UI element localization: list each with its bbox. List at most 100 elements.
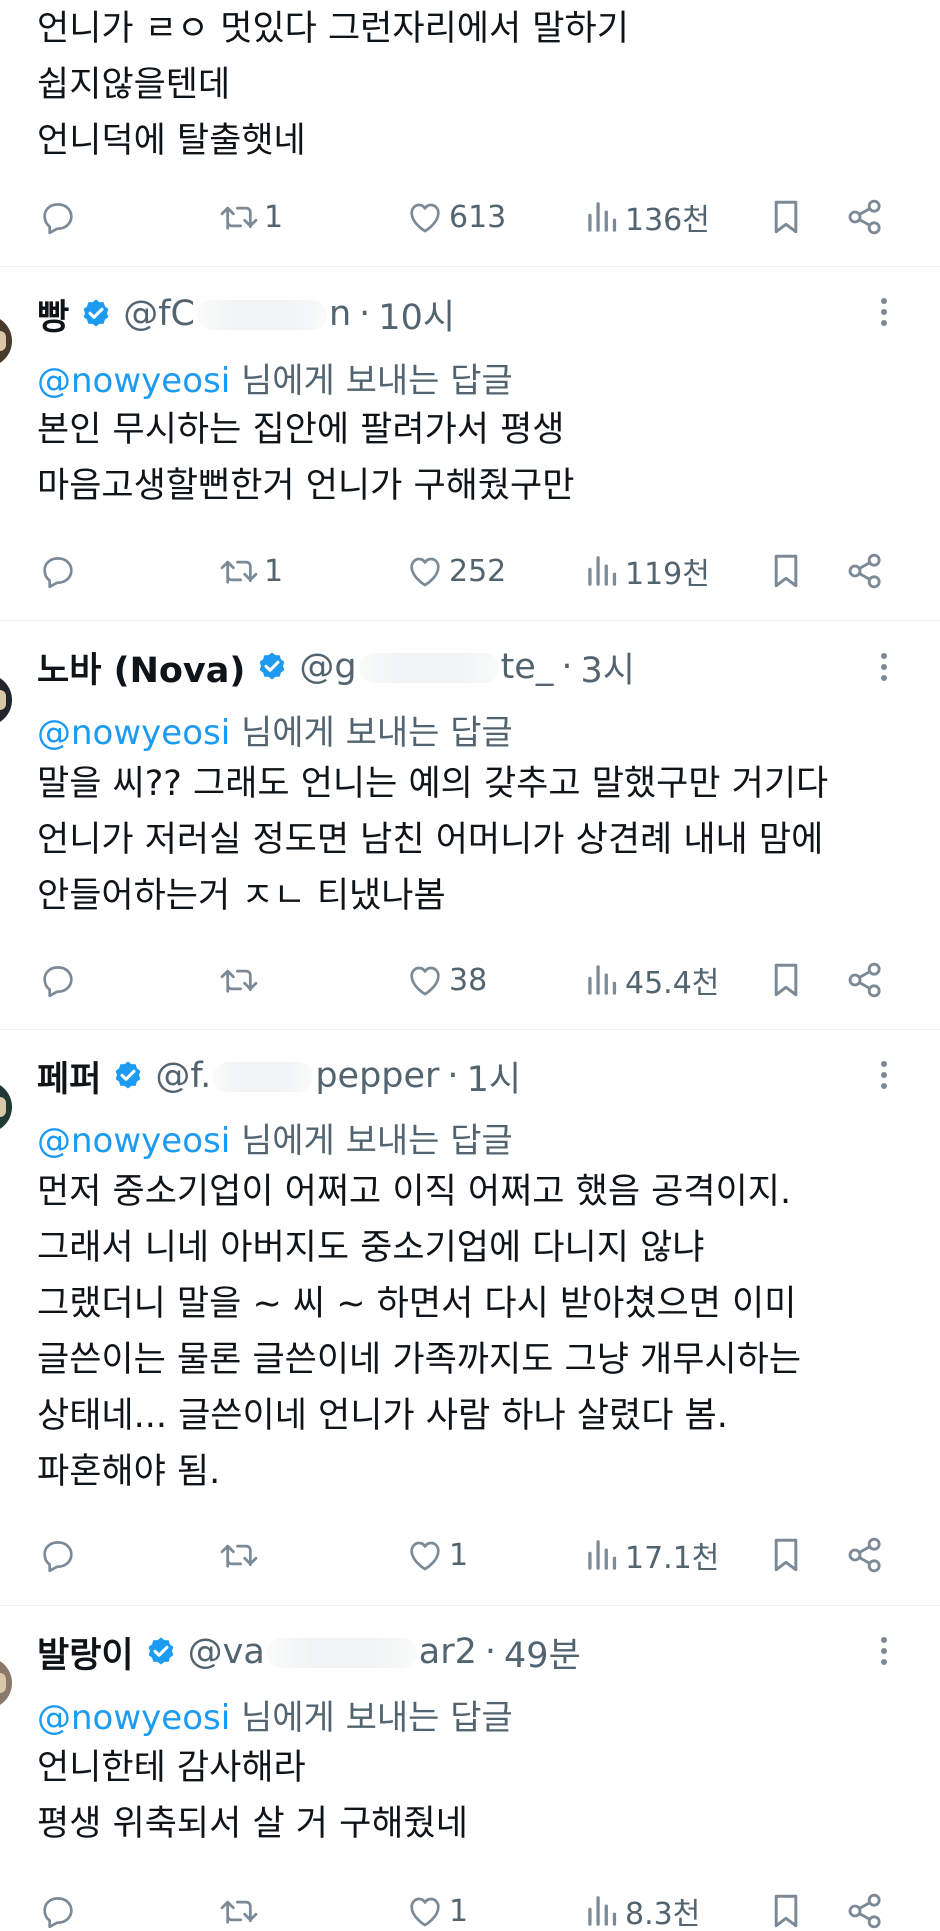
handle-end: ar2 — [418, 1632, 477, 1672]
share-button[interactable] — [845, 192, 885, 242]
separator-dot: · — [561, 647, 573, 687]
views-button[interactable]: 8.3천 — [585, 1886, 700, 1931]
views-icon — [588, 965, 617, 995]
views-count: 8.3천 — [625, 1897, 701, 1931]
share-button[interactable] — [845, 1886, 885, 1931]
share-button[interactable] — [845, 955, 885, 1005]
mention-link[interactable]: @nowyeosi — [37, 1121, 230, 1161]
more-icon[interactable] — [872, 292, 896, 332]
separator-dot: · — [359, 294, 371, 334]
post-header: 노바 (Nova) @g te_ · 3시 — [37, 642, 635, 693]
handle-blur — [213, 1062, 314, 1092]
retweet-button[interactable] — [218, 1886, 264, 1931]
post-text-line: 본인 무시하는 집안에 팔려가서 평생 — [37, 410, 565, 450]
like-button[interactable]: 38 — [405, 955, 487, 1005]
share-icon — [848, 553, 881, 589]
post-actions: 38 45.4천 — [0, 955, 940, 1005]
display-name[interactable]: 페퍼 — [37, 1051, 101, 1102]
post-time[interactable]: 1시 — [467, 1051, 521, 1102]
like-count: 252 — [449, 553, 507, 589]
display-name[interactable]: 노바 (Nova) — [37, 642, 245, 693]
post-0[interactable]: 언니가 ㄹㅇ 멋있다 그런자리에서 말하기 쉽지않을텐데 언니덕에 탈출햇네 1… — [0, 0, 940, 267]
like-button[interactable]: 252 — [405, 546, 506, 596]
share-icon — [848, 962, 881, 998]
more-icon[interactable] — [872, 1631, 896, 1671]
like-count: 1 — [449, 1893, 469, 1929]
like-button[interactable]: 613 — [405, 192, 506, 242]
retweet-icon — [220, 206, 258, 230]
avatar[interactable] — [0, 1657, 12, 1709]
more-icon[interactable] — [872, 1055, 896, 1095]
bookmark-icon — [774, 963, 798, 997]
bookmark-button[interactable] — [768, 192, 804, 242]
like-button[interactable]: 1 — [405, 1530, 468, 1580]
post-1[interactable]: 빵 @fC n · 10시 @nowyeosi 님에게 보내는 답글 본인 무시하… — [0, 268, 940, 621]
user-handle[interactable]: @g te_ — [299, 647, 553, 687]
post-text-line: 파혼해야 됨. — [37, 1452, 221, 1492]
reply-icon — [43, 557, 73, 589]
reply-button[interactable] — [38, 192, 78, 242]
mention-link[interactable]: @nowyeosi — [37, 361, 230, 401]
retweet-button[interactable]: 1 — [218, 546, 283, 596]
reply-button[interactable] — [38, 1886, 78, 1931]
post-header: 발랑이 @va ar2 · 49분 — [37, 1627, 581, 1678]
post-text: 말을 씨?? 그래도 언니는 예의 갖추고 말했구만 거기다 언니가 저러실 정… — [37, 756, 828, 924]
post-text: 언니한테 감사해라 평생 위축되서 살 거 구해줬네 — [37, 1740, 468, 1852]
retweet-button[interactable] — [218, 955, 264, 1005]
post-3[interactable]: 페퍼 @f. pepper · 1시 @nowyeosi 님에게 보내는 답글 먼… — [0, 1031, 940, 1606]
bookmark-button[interactable] — [768, 1886, 804, 1931]
mention-link[interactable]: @nowyeosi — [37, 1698, 230, 1738]
display-name[interactable]: 빵 — [37, 289, 69, 340]
user-handle[interactable]: @f. pepper — [155, 1056, 439, 1096]
bookmark-button[interactable] — [768, 955, 804, 1005]
bookmark-button[interactable] — [768, 1530, 804, 1580]
reply-button[interactable] — [38, 546, 78, 596]
views-icon — [588, 556, 617, 586]
post-time[interactable]: 10시 — [378, 289, 455, 340]
retweet-icon — [220, 1900, 258, 1924]
views-count: 17.1천 — [625, 1541, 720, 1576]
user-handle[interactable]: @fC n — [123, 294, 351, 334]
retweet-button[interactable] — [218, 1530, 264, 1580]
more-icon[interactable] — [872, 647, 896, 687]
user-handle[interactable]: @va ar2 — [188, 1632, 477, 1672]
reply-button[interactable] — [38, 955, 78, 1005]
post-4[interactable]: 발랑이 @va ar2 · 49분 @nowyeosi 님에게 보내는 답글 언니… — [0, 1607, 940, 1931]
avatar[interactable] — [0, 1081, 12, 1133]
avatar[interactable] — [0, 315, 12, 367]
views-button[interactable]: 136천 — [585, 192, 710, 242]
display-name[interactable]: 발랑이 — [37, 1627, 134, 1678]
verified-badge-icon — [148, 1637, 173, 1665]
retweet-button[interactable]: 1 — [218, 192, 283, 242]
post-time[interactable]: 3시 — [580, 642, 634, 693]
handle-start: @g — [299, 647, 357, 687]
avatar[interactable] — [0, 674, 12, 726]
bookmark-button[interactable] — [768, 546, 804, 596]
like-count: 613 — [449, 199, 507, 235]
reply-button[interactable] — [38, 1530, 78, 1580]
views-count: 119천 — [625, 557, 710, 592]
post-text-line: 글쓴이는 물론 글쓴이네 가족까지도 그냥 개무시하는 — [37, 1340, 802, 1380]
like-count: 1 — [449, 1537, 469, 1573]
mention-link[interactable]: @nowyeosi — [37, 713, 230, 753]
views-icon — [588, 1540, 617, 1570]
bookmark-icon — [774, 554, 798, 588]
post-text: 본인 무시하는 집안에 팔려가서 평생 마음고생할뻔한거 언니가 구해줬구만 — [37, 402, 574, 514]
like-icon — [410, 966, 440, 996]
views-count: 136천 — [625, 203, 710, 238]
retweet-icon — [220, 560, 258, 584]
handle-end: pepper — [315, 1056, 440, 1096]
post-actions: 1 613 136천 — [0, 192, 940, 242]
share-button[interactable] — [845, 1530, 885, 1580]
post-time[interactable]: 49분 — [504, 1627, 581, 1678]
like-count: 38 — [449, 962, 488, 998]
like-button[interactable]: 1 — [405, 1886, 468, 1931]
views-button[interactable]: 17.1천 — [585, 1530, 719, 1580]
share-button[interactable] — [845, 546, 885, 596]
handle-blur — [358, 653, 499, 683]
like-icon — [410, 203, 440, 233]
post-text: 언니가 ㄹㅇ 멋있다 그런자리에서 말하기 쉽지않을텐데 언니덕에 탈출햇네 — [37, 1, 629, 169]
views-button[interactable]: 119천 — [585, 546, 710, 596]
views-button[interactable]: 45.4천 — [585, 955, 719, 1005]
post-2[interactable]: 노바 (Nova) @g te_ · 3시 @nowyeosi 님에게 보내는 답… — [0, 622, 940, 1030]
